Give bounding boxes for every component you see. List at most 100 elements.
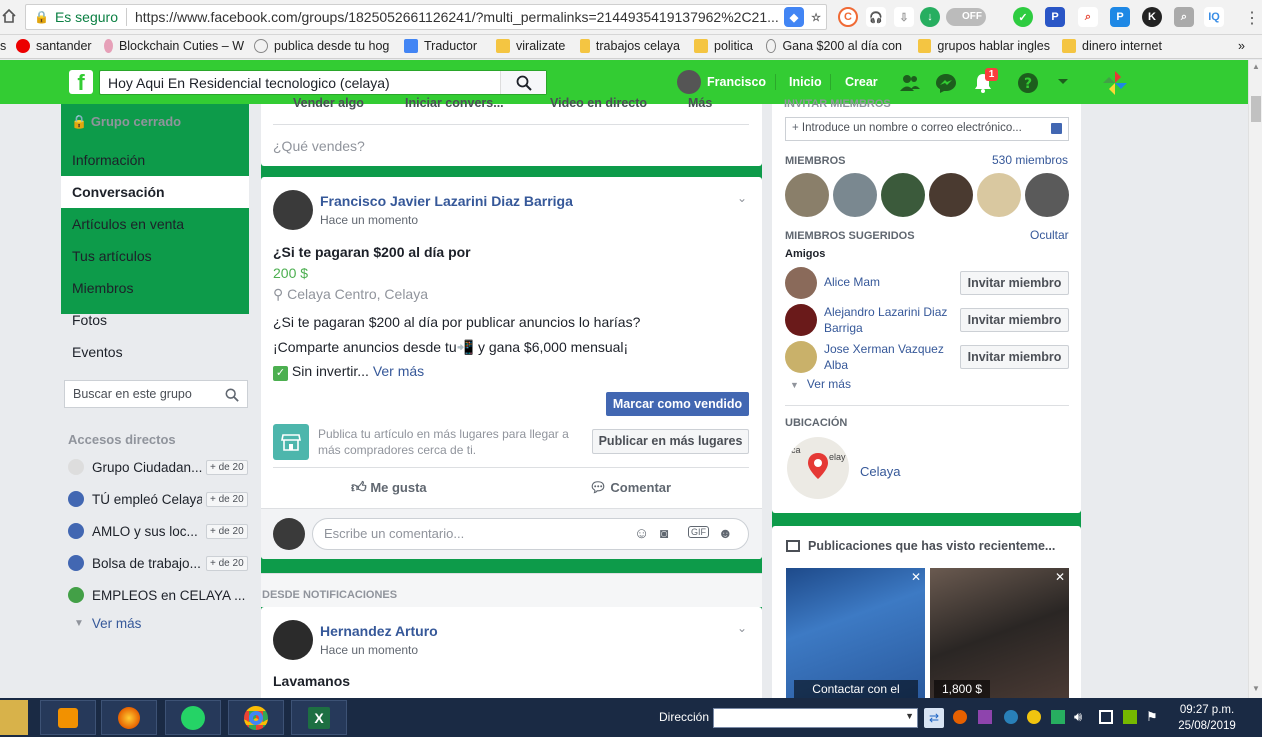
suggested-avatar[interactable] xyxy=(785,267,817,299)
bookmarks-overflow-icon[interactable]: » xyxy=(1238,39,1254,53)
start-folder-icon[interactable] xyxy=(0,700,28,735)
see-more-link[interactable]: Ver más xyxy=(373,363,424,379)
home-link[interactable]: Inicio xyxy=(789,75,822,89)
page-scrollbar[interactable]: ▲ ▼ xyxy=(1248,60,1262,698)
extension-icon[interactable]: ◆ xyxy=(784,7,804,27)
sticker-icon[interactable]: ☻ xyxy=(718,525,733,541)
bookmark-item[interactable]: publica desde tu hog xyxy=(254,39,390,53)
iq-extension-icon[interactable]: IQ xyxy=(1204,7,1224,27)
comment-button[interactable]: 💬︎ Comentar xyxy=(589,479,671,496)
camera-icon[interactable]: ◙ xyxy=(660,525,668,541)
recent-item-image[interactable]: ✕ Contactar con el xyxy=(786,568,925,698)
excel-icon[interactable]: X xyxy=(291,700,347,735)
nav-info[interactable]: Información xyxy=(61,144,249,176)
scroll-down-icon[interactable]: ▼ xyxy=(1252,684,1260,693)
tab-sell[interactable]: Vender algo xyxy=(293,96,364,110)
p2-extension-icon[interactable]: P xyxy=(1110,7,1130,27)
emoji-icon[interactable]: ☺ xyxy=(634,525,649,542)
tray-icon[interactable] xyxy=(1123,710,1137,724)
shortcut-item[interactable]: Grupo Ciudadan... + de 20 xyxy=(68,457,248,477)
bookmark-folder[interactable]: grupos hablar ingles xyxy=(918,39,1050,53)
see-more-link[interactable]: ▼ Ver más xyxy=(790,377,851,391)
whatsapp-icon[interactable] xyxy=(165,700,221,735)
tray-icon[interactable] xyxy=(978,710,992,724)
location-map[interactable]: ica elay xyxy=(787,437,849,499)
friend-requests-icon[interactable] xyxy=(899,72,921,94)
scroll-thumb[interactable] xyxy=(1251,96,1261,122)
member-avatar[interactable] xyxy=(881,173,925,217)
chrome-icon[interactable] xyxy=(228,700,284,735)
facebook-logo[interactable]: f xyxy=(69,70,93,95)
member-avatar[interactable] xyxy=(977,173,1021,217)
mark-sold-button[interactable]: Marcar como vendido xyxy=(606,392,749,416)
chrome-menu-icon[interactable]: ⋮ xyxy=(1244,8,1260,28)
firefox-icon[interactable] xyxy=(101,700,157,735)
publish-more-button[interactable]: Publicar en más lugares xyxy=(592,429,749,454)
gif-icon[interactable]: GIF xyxy=(688,526,709,538)
group-search-input[interactable]: Buscar en este grupo xyxy=(64,380,248,408)
pinwheel-icon[interactable] xyxy=(1102,70,1128,96)
close-icon[interactable]: ✕ xyxy=(911,570,921,584)
tray-icon[interactable] xyxy=(953,710,967,724)
chevron-down-icon[interactable]: ⌄ xyxy=(737,191,747,205)
media-player-icon[interactable] xyxy=(40,700,96,735)
bookmark-item[interactable]: Gana $200 al día con xyxy=(766,39,902,53)
post-time[interactable]: Hace un momento xyxy=(320,643,418,657)
member-avatar[interactable] xyxy=(929,173,973,217)
suggested-avatar[interactable] xyxy=(785,304,817,336)
search-button[interactable] xyxy=(500,71,546,94)
invite-member-button[interactable]: Invitar miembro xyxy=(960,271,1069,295)
suggested-name[interactable]: Alice Mam xyxy=(824,275,880,289)
nav-photos[interactable]: Fotos xyxy=(61,304,249,336)
create-link[interactable]: Crear xyxy=(845,75,878,89)
go-arrow-icon[interactable]: ⇄ xyxy=(924,708,944,728)
url-text[interactable]: https://www.facebook.com/groups/18250526… xyxy=(135,9,785,25)
recent-item-image[interactable]: ✕ 1,800 $ xyxy=(930,568,1069,698)
location-link[interactable]: Celaya xyxy=(860,464,900,479)
nav-conversation[interactable]: Conversación xyxy=(61,176,249,208)
chevron-down-icon[interactable] xyxy=(1056,75,1078,97)
extension-c-icon[interactable]: C xyxy=(838,7,858,27)
tray-icon[interactable] xyxy=(1004,710,1018,724)
nav-your-items[interactable]: Tus artículos xyxy=(61,240,249,272)
member-avatar[interactable] xyxy=(833,173,877,217)
author-name[interactable]: Francisco Javier Lazarini Diaz Barriga xyxy=(320,193,573,209)
invite-member-button[interactable]: Invitar miembro xyxy=(960,345,1069,369)
p-extension-icon[interactable]: P xyxy=(1045,7,1065,27)
tab-start-discussion[interactable]: Iniciar convers... xyxy=(405,96,504,110)
profile-link[interactable]: Francisco xyxy=(707,75,766,89)
bookmark-item[interactable]: Traductor xyxy=(404,39,484,53)
tray-icon[interactable] xyxy=(1027,710,1041,724)
shortcut-item[interactable]: AMLO y sus loc... + de 20 xyxy=(68,521,248,541)
headphones-icon[interactable]: 🎧 xyxy=(866,7,886,27)
star-icon[interactable]: ☆ xyxy=(806,7,826,27)
tab-more[interactable]: Más xyxy=(688,96,712,110)
nav-events[interactable]: Eventos xyxy=(61,336,249,368)
member-avatar[interactable] xyxy=(1025,173,1069,217)
post-time[interactable]: Hace un momento xyxy=(320,213,418,227)
suggested-name[interactable]: Jose Xerman Vazquez Alba xyxy=(824,341,954,373)
zoom-ext-icon[interactable]: ⌕ xyxy=(1174,7,1194,27)
close-icon[interactable]: ✕ xyxy=(1055,570,1065,584)
bookmark-folder[interactable]: politica xyxy=(694,39,754,53)
chevron-down-icon[interactable]: ⌄ xyxy=(737,621,747,635)
shortcut-item[interactable]: Bolsa de trabajo... + de 20 xyxy=(68,553,248,573)
search-ext-icon[interactable]: ⌕ xyxy=(1078,7,1098,27)
bookmark-folder[interactable]: trabajos celaya xyxy=(580,39,680,53)
download-icon[interactable]: ⇩ xyxy=(894,7,914,27)
volume-icon[interactable]: 🔊︎ xyxy=(1074,709,1082,725)
suggested-avatar[interactable] xyxy=(785,341,817,373)
bookmark-item[interactable]: santander xyxy=(16,39,96,53)
bookmark-item[interactable]: s xyxy=(0,39,12,53)
system-clock[interactable]: 09:27 p.m. 25/08/2019 xyxy=(1172,702,1242,734)
messenger-icon[interactable] xyxy=(935,72,957,94)
contact-seller-button[interactable]: Contactar con el xyxy=(794,680,918,698)
see-more-link[interactable]: ▼ Ver más xyxy=(74,613,254,633)
help-icon[interactable]: ? xyxy=(1017,72,1039,94)
bookmark-item[interactable]: Blockchain Cuties – W xyxy=(104,39,244,53)
check-icon[interactable]: ✓ xyxy=(1013,7,1033,27)
search-input[interactable]: Hoy Aqui En Residencial tecnologico (cel… xyxy=(99,70,547,95)
address-toolbar-input[interactable]: ▼ xyxy=(713,708,918,728)
composer-input[interactable]: ¿Qué vendes? xyxy=(273,138,365,154)
hide-link[interactable]: Ocultar xyxy=(1030,228,1069,242)
